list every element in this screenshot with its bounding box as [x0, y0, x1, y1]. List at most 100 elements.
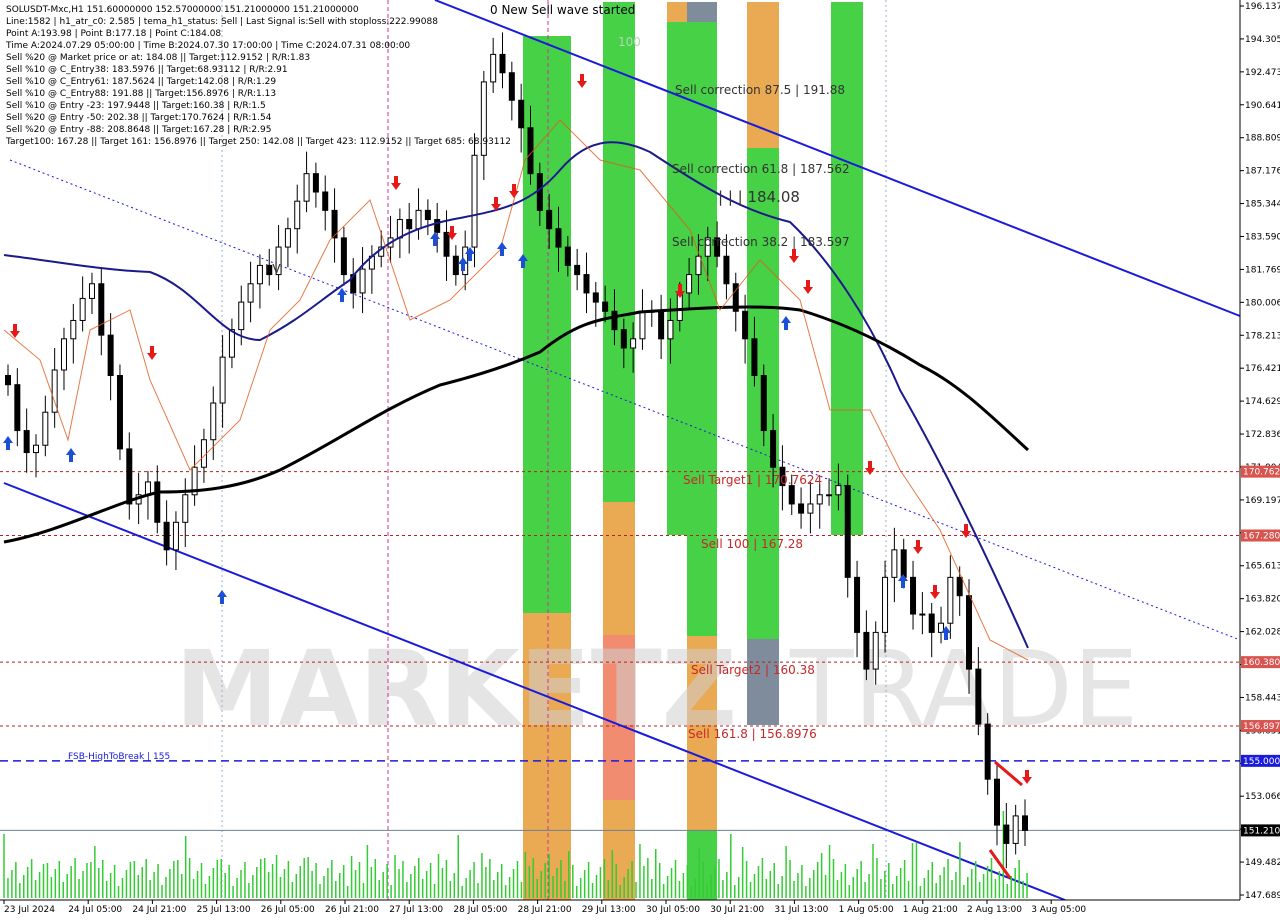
candle-body — [210, 402, 217, 441]
candle-body — [42, 411, 49, 446]
time-tick-label: 23 Jul 2024 — [4, 905, 55, 915]
price-tick-label: 187.176 — [1245, 167, 1280, 177]
time-tick-label: 3 Aug 05:00 — [1031, 905, 1086, 915]
candle-body — [247, 283, 254, 303]
price-tick-label: 163.820 — [1245, 595, 1280, 605]
candle-body — [620, 329, 627, 349]
candle-body — [807, 503, 814, 514]
candle-body — [303, 173, 310, 202]
price-badge-label: 156.897 — [1243, 722, 1280, 732]
candle-body — [359, 268, 366, 294]
candle-body — [639, 310, 646, 340]
candle-body — [975, 668, 982, 725]
time-tick-label: 1 Aug 05:00 — [839, 905, 894, 915]
candle-body — [172, 521, 179, 551]
candle-body — [154, 481, 161, 523]
candle-body — [742, 310, 749, 340]
candle-body — [14, 384, 21, 432]
time-tick-label: 30 Jul 05:00 — [646, 905, 700, 915]
candle-body — [900, 549, 907, 578]
candle-body — [695, 255, 702, 276]
candle-body — [518, 99, 525, 129]
time-tick-label: 25 Jul 13:00 — [197, 905, 251, 915]
price-tick-label: 149.482 — [1245, 858, 1280, 868]
candle-body — [88, 283, 95, 299]
candle-body — [816, 494, 823, 505]
price-tick-label: 153.066 — [1245, 792, 1280, 802]
candle-body — [546, 209, 553, 230]
candle-body — [452, 255, 459, 276]
price-tick-label: 172.836 — [1245, 430, 1280, 440]
candle-body — [238, 301, 245, 331]
info-line: Target100: 167.28 || Target 161: 156.897… — [5, 137, 511, 147]
price-tick-label: 174.629 — [1245, 397, 1280, 407]
price-tick-label: 180.006 — [1245, 298, 1280, 308]
candle-body — [872, 631, 879, 670]
watermark: MARKETZ TRADE — [175, 628, 1139, 750]
candle-body — [611, 310, 618, 331]
candle-body — [182, 494, 189, 523]
time-tick-label: 27 Jul 13:00 — [389, 905, 443, 915]
candle-body — [583, 274, 590, 294]
candle-body — [60, 338, 67, 371]
candle-body — [79, 297, 86, 321]
candle-body — [798, 503, 805, 514]
price-badge-label: 151.210 — [1243, 826, 1280, 836]
price-tick-label: 185.344 — [1245, 200, 1280, 210]
sell-correction-382-label: Sell correction 38.2 | 183.597 — [672, 235, 850, 249]
candle-body — [751, 338, 758, 377]
candle-body — [294, 200, 301, 230]
price-tick-label: 169.197 — [1245, 496, 1280, 506]
candle-body — [844, 485, 851, 578]
info-line: Point A:193.98 | Point B:177.18 | Point … — [6, 29, 221, 39]
time-tick-label: 30 Jul 21:00 — [710, 905, 764, 915]
time-tick-label: 29 Jul 13:00 — [582, 905, 636, 915]
candle-body — [434, 219, 441, 233]
candle-body — [340, 237, 347, 276]
candle-body — [788, 485, 795, 505]
candle-body — [1003, 824, 1010, 844]
fsb-label: FSB-HighToBreak | 155 — [68, 752, 170, 762]
candle-body — [1022, 815, 1028, 831]
time-tick-label: 1 Aug 21:00 — [903, 905, 958, 915]
candle-body — [966, 595, 973, 670]
candle-body — [667, 319, 674, 340]
sell-1618-label: Sell 161.8 | 156.8976 — [688, 727, 817, 741]
time-axis[interactable]: 23 Jul 2024 24 Jul 05:00 24 Jul 21:00 25 Ju… — [0, 899, 1280, 920]
candle-body — [919, 613, 926, 616]
price-tick-label: 176.421 — [1245, 364, 1280, 374]
candle-body — [928, 613, 935, 633]
symbol-line: SOLUSDT-Mxc,H1 151.60000000 152.57000000… — [6, 5, 359, 15]
time-tick-label: 28 Jul 21:00 — [518, 905, 572, 915]
candle-body — [882, 576, 889, 633]
sell-correction-618-label: Sell correction 61.8 | 187.562 — [672, 162, 850, 176]
point-c-label: | | | 184.08 — [718, 188, 800, 206]
candle-body — [116, 375, 123, 450]
signal-zone — [687, 2, 717, 22]
info-line: Sell %10 @ Entry -23: 197.9448 || Target… — [6, 101, 266, 111]
price-tick-label: 181.769 — [1245, 265, 1280, 275]
info-line: Sell %20 @ Entry -88: 208.8648 || Target… — [6, 125, 271, 135]
candle-body — [23, 430, 30, 454]
price-tick-label: 183.590 — [1245, 232, 1280, 242]
candle-body — [574, 264, 581, 276]
sell-target2-label: Sell Target2 | 160.38 — [691, 663, 815, 677]
candle-body — [770, 430, 777, 468]
candle-body — [658, 310, 665, 340]
price-axis[interactable]: 196.137 194.305 192.473 190.641 188.809 187.1… — [1239, 0, 1280, 901]
price-badge-label: 170.762 — [1243, 468, 1280, 478]
signal-zone — [831, 2, 863, 535]
time-tick-label: 24 Jul 21:00 — [132, 905, 186, 915]
trading-chart[interactable]: MARKETZ TRADE 0 New Sell wave started 10… — [0, 0, 1280, 920]
price-tick-label: 196.137 — [1245, 2, 1280, 12]
watermark-right: TRADE — [789, 628, 1139, 750]
price-badge-label: 167.280 — [1243, 532, 1280, 542]
candle-body — [228, 329, 235, 358]
info-line: Sell %20 @ Entry -50: 202.38 || Target:1… — [6, 113, 272, 123]
candle-body — [536, 173, 543, 211]
sell-100-label: Sell 100 | 167.28 — [701, 537, 803, 551]
candle-body — [312, 173, 319, 193]
info-line: Sell %10 @ C_Entry61: 187.5624 || Target… — [6, 77, 276, 87]
candle-body — [891, 549, 898, 578]
candle-body — [200, 439, 207, 468]
